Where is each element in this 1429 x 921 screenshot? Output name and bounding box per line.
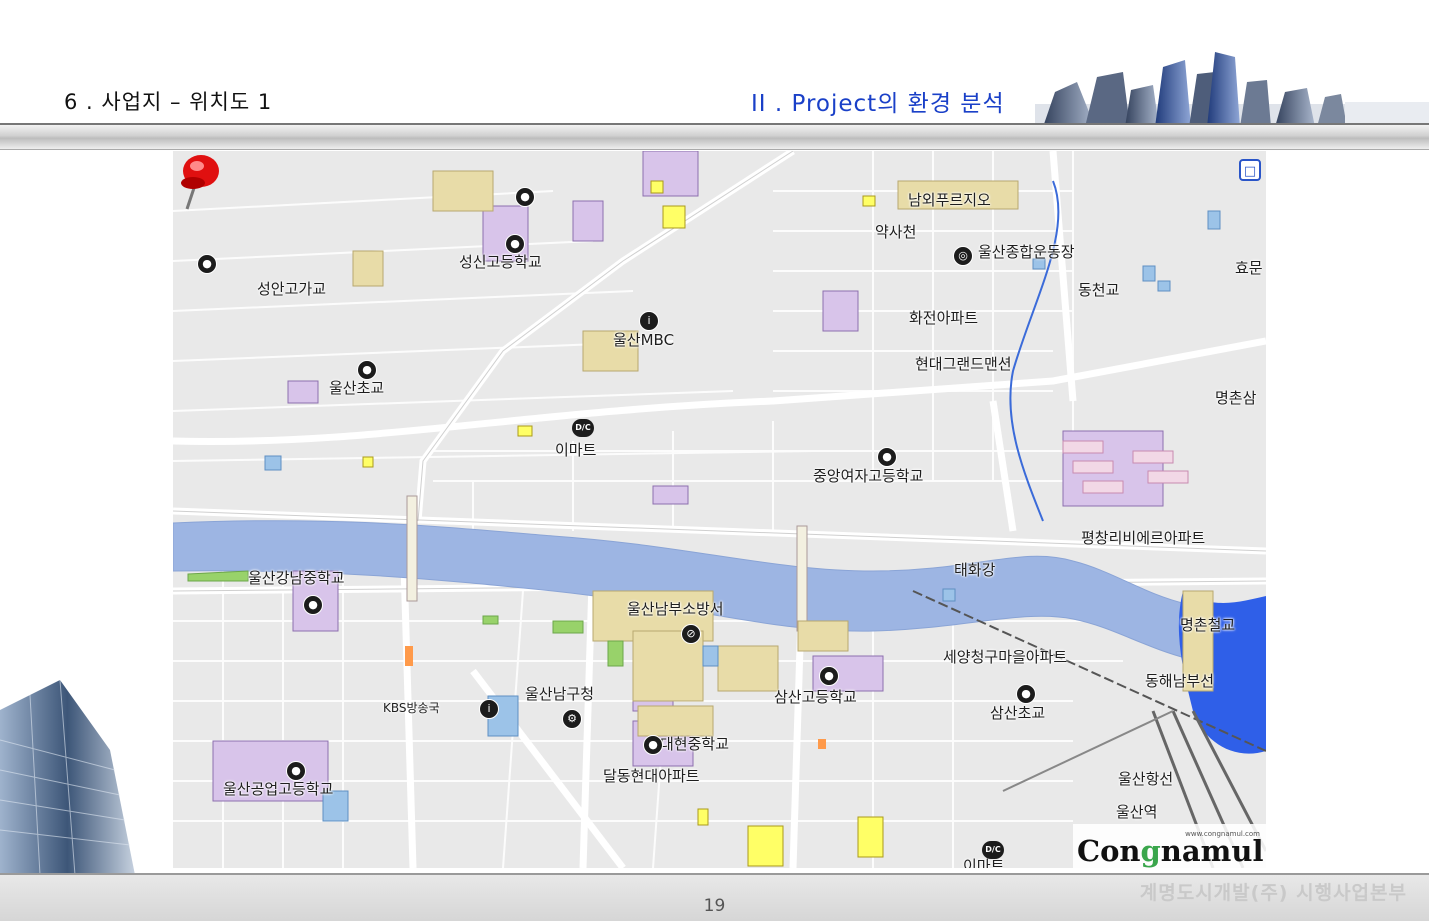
school-icon[interactable]: ● <box>1016 684 1036 704</box>
map-provider-logo: www.congnamul.com Congnamul <box>1073 824 1266 868</box>
location-pin-icon[interactable] <box>173 151 223 213</box>
map-label-mbc: 울산MBC <box>613 331 675 349</box>
map-label-donghae-line: 동해남부선 <box>1145 672 1215 690</box>
location-map[interactable]: 남외푸르지오 약사천 울산종합운동장 동천교 효문 성신고등학교 성안고가교 울… <box>173 151 1266 868</box>
school-icon[interactable]: ● <box>197 254 217 274</box>
map-label-fire-station: 울산남부소방서 <box>627 600 724 618</box>
map-mode-icon[interactable]: □ <box>1239 159 1261 181</box>
map-label-ulsan-port-line: 울산항선 <box>1118 770 1174 788</box>
building-tower-graphic <box>0 680 135 875</box>
map-label-emart: 이마트 <box>555 441 597 459</box>
map-label-ulsan-station: 울산역 <box>1116 803 1158 821</box>
discount-store-icon[interactable]: D/C <box>572 419 594 437</box>
map-label-seongan: 성안고가교 <box>257 280 327 298</box>
map-label-samsan-high: 삼산고등학교 <box>774 688 857 706</box>
stadium-icon[interactable]: ◎ <box>953 246 973 266</box>
city-skyline-graphic <box>1035 52 1429 127</box>
company-name: 계명도시개발(주) 시행사업본부 <box>1139 882 1407 904</box>
broadcast-icon[interactable]: i <box>639 311 659 331</box>
map-label-hyo: 효문 <box>1235 259 1263 277</box>
school-icon[interactable]: ● <box>819 666 839 686</box>
section-title: II . Project의 환경 분석 <box>751 91 1005 117</box>
map-label-stadium: 울산종합운동장 <box>978 243 1075 261</box>
school-icon[interactable]: ● <box>303 595 323 615</box>
map-label-myeongchon-samsung: 명촌삼 <box>1215 389 1257 407</box>
map-label-taehwa-river: 태화강 <box>954 561 996 579</box>
map-label-samsan-elementary: 삼산초교 <box>990 704 1046 722</box>
map-label-seyang-apt: 세양청구마을아파트 <box>943 648 1068 666</box>
map-label-pyeongchang-apt: 평창리비에르아파트 <box>1081 529 1206 547</box>
map-label-namoe: 남외푸르지오 <box>908 191 991 209</box>
school-icon[interactable]: ● <box>505 234 525 254</box>
school-icon[interactable]: ● <box>515 187 535 207</box>
map-label-yaksa: 약사천 <box>875 223 917 241</box>
broadcast-icon[interactable]: i <box>479 699 499 719</box>
discount-store-icon[interactable]: D/C <box>982 841 1004 859</box>
map-label-dalgdong-apt: 달동현대아파트 <box>603 767 700 785</box>
provider-name: Congnamul <box>1077 834 1264 868</box>
map-base-layer <box>173 151 1266 868</box>
map-label-myeongchon-bridge: 명촌철교 <box>1180 616 1236 634</box>
map-label-emart-2: 이마트 <box>963 857 1005 869</box>
school-icon[interactable]: ● <box>357 360 377 380</box>
map-label-jungang-girls-high: 중앙여자고등학교 <box>813 467 924 485</box>
government-office-icon[interactable]: ⚙ <box>562 709 582 729</box>
header-divider <box>0 123 1429 150</box>
map-label-dongcheon: 동천교 <box>1078 281 1120 299</box>
map-label-ulsan-elementary: 울산초교 <box>329 379 385 397</box>
school-icon[interactable]: ● <box>877 447 897 467</box>
map-label-hwajeon: 화전아파트 <box>909 309 979 327</box>
map-label-namgu-office: 울산남구청 <box>525 685 595 703</box>
map-label-industrial-high: 울산공업고등학교 <box>223 780 334 798</box>
slide-title: 6 . 사업지 – 위치도 1 <box>64 90 273 114</box>
school-icon[interactable]: ● <box>643 735 663 755</box>
map-label-gangnam-middle: 울산강남중학교 <box>248 569 345 587</box>
map-label-hyundai-grand: 현대그랜드맨션 <box>915 355 1012 373</box>
map-label-daehyeon-middle: 대현중학교 <box>660 735 730 753</box>
map-label-kbs: KBS방송국 <box>383 701 440 715</box>
map-label-seongsin: 성신고등학교 <box>459 253 542 271</box>
school-icon[interactable]: ● <box>286 761 306 781</box>
fire-station-icon[interactable]: ⊘ <box>681 624 701 644</box>
